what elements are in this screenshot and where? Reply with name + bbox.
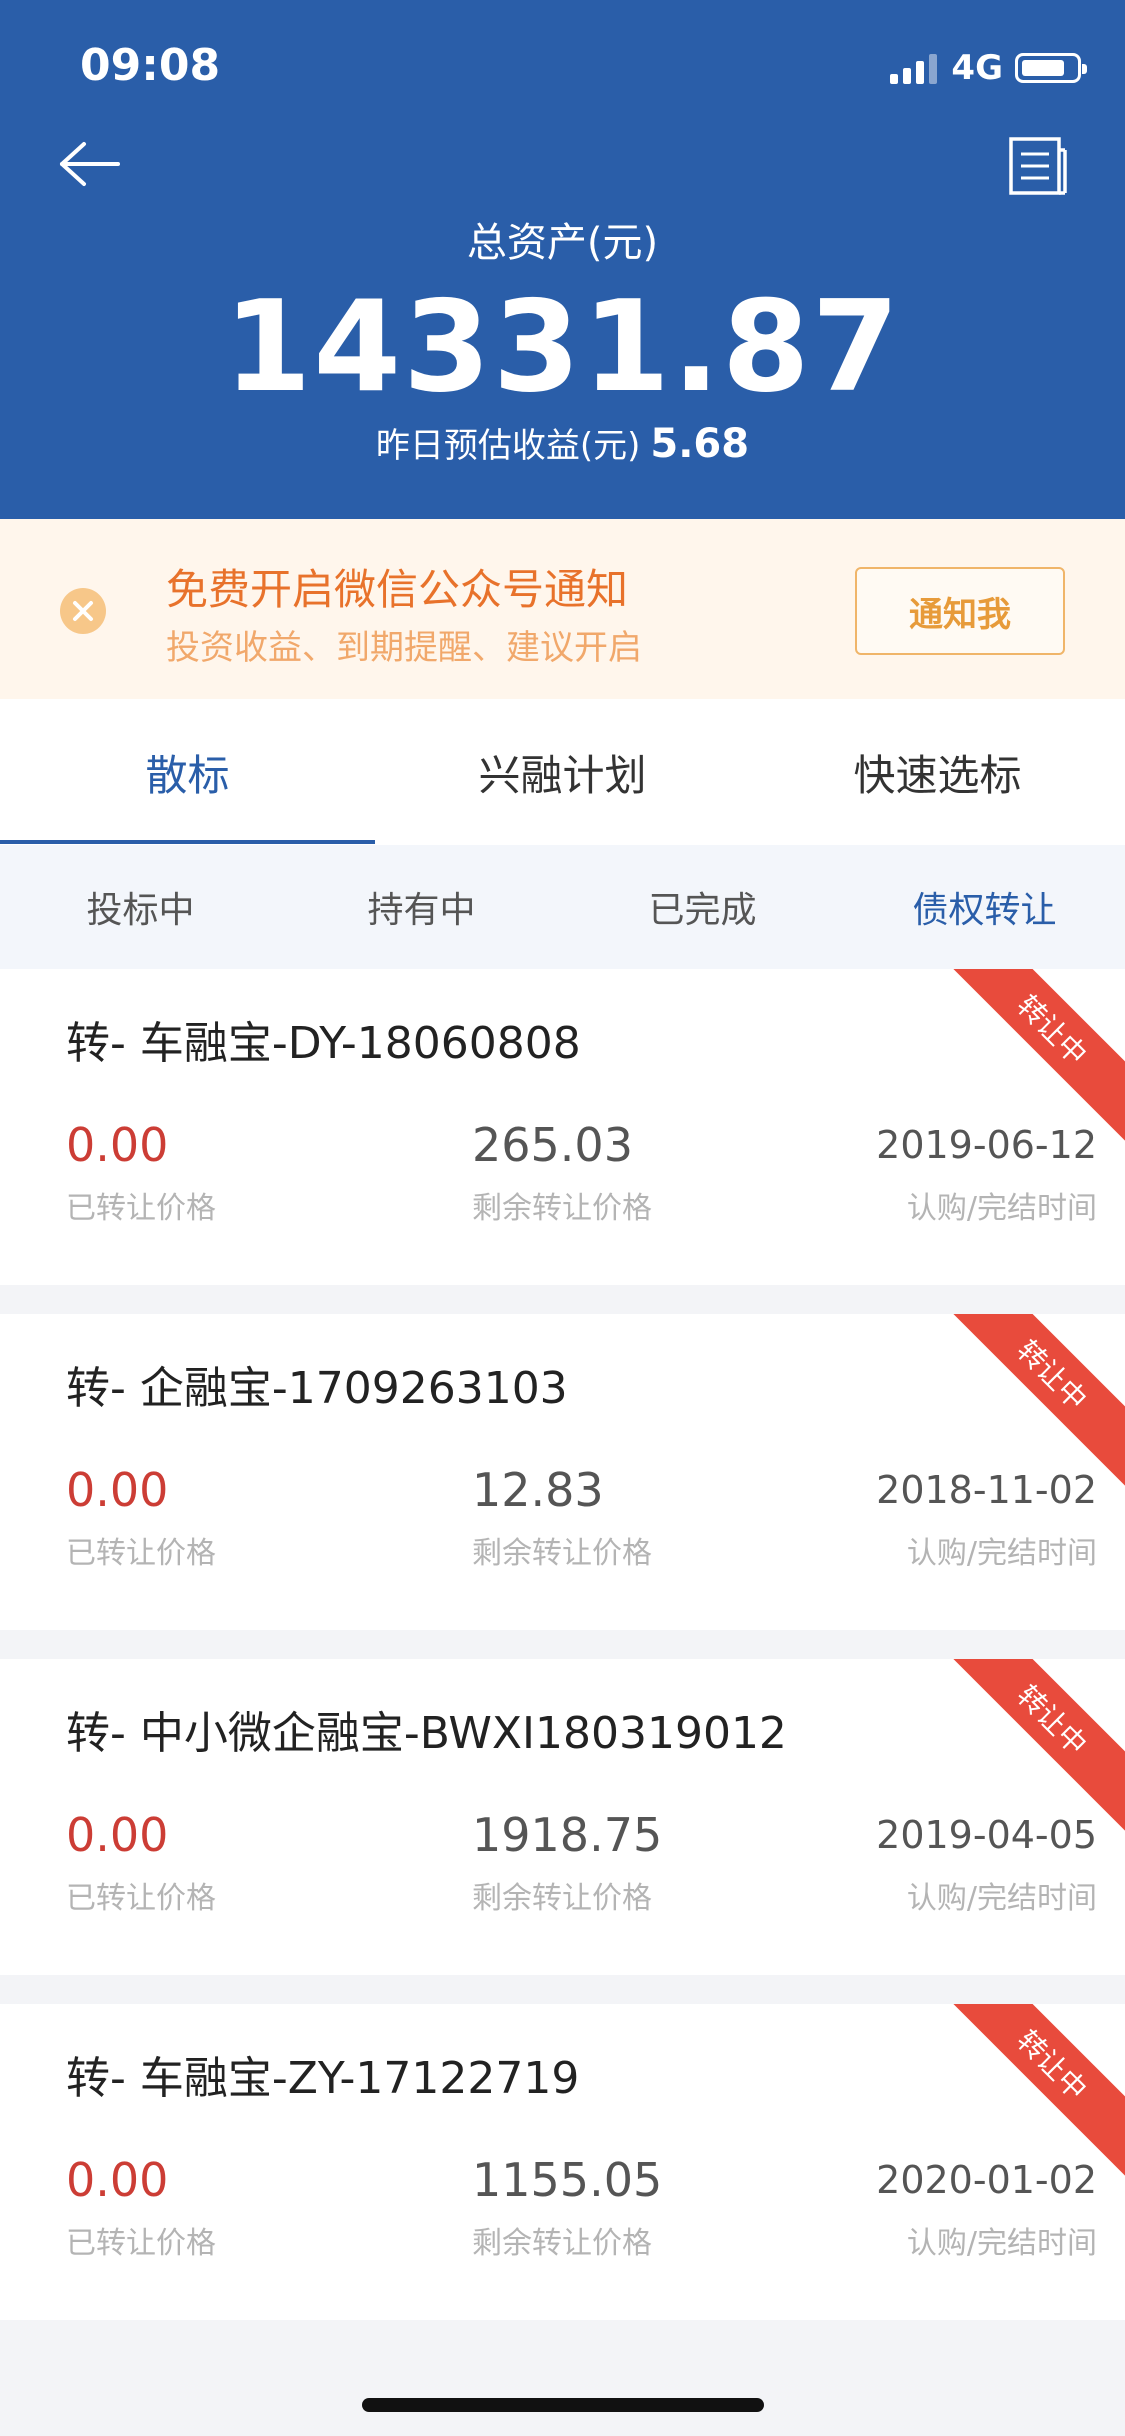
remaining-price-label: 剩余转让价格 (472, 1536, 652, 1571)
tab-quick-select[interactable]: 快速选标 (750, 699, 1125, 845)
active-tab-indicator (0, 840, 375, 844)
back-arrow-icon[interactable] (58, 140, 122, 188)
remaining-price-label: 剩余转让价格 (472, 1191, 652, 1226)
yesterday-earnings-label: 昨日预估收益(元) (375, 426, 641, 466)
main-tabs: 散标 兴融计划 快速选标 (0, 699, 1125, 845)
status-time: 09:08 (80, 40, 221, 91)
item-title: 转- 企融宝-1709263103 (66, 1363, 568, 1414)
item-title: 转- 车融宝-DY-18060808 (66, 1018, 581, 1069)
header: 09:08 4G 总资产(元) 14331.87 昨日预估收益(元) 5.68 (0, 0, 1125, 519)
statement-document-icon[interactable] (1008, 136, 1068, 198)
transferred-price: 0.00 (66, 1463, 169, 1517)
remaining-price-label: 剩余转让价格 (472, 2226, 652, 2261)
subtab-completed[interactable]: 已完成 (562, 845, 843, 969)
list-item[interactable]: 转- 车融宝-ZY-17122719 0.00 已转让价格 1155.05 剩余转让… (0, 2004, 1125, 2320)
subscription-date-label: 认购/完结时间 (906, 2226, 1097, 2261)
close-icon (60, 588, 106, 634)
notice-title: 免费开启微信公众号通知 (166, 565, 629, 614)
home-indicator[interactable] (362, 2398, 764, 2412)
sub-tabs: 投标中 持有中 已完成 债权转让 (0, 845, 1125, 969)
item-title: 转- 中小微企融宝-BWXI180319012 (66, 1708, 787, 1759)
subscription-date: 2019-04-05 (876, 1813, 1097, 1857)
transferred-price: 0.00 (66, 2153, 169, 2207)
transferred-price: 0.00 (66, 1808, 169, 1862)
remaining-price-label: 剩余转让价格 (472, 1881, 652, 1916)
subscription-date: 2018-11-02 (876, 1468, 1097, 1512)
subtab-holding[interactable]: 持有中 (281, 845, 562, 969)
transferred-price-label: 已转让价格 (66, 2226, 216, 2261)
notify-me-button[interactable]: 通知我 (855, 567, 1065, 655)
network-label: 4G (951, 48, 1003, 88)
list-item[interactable]: 转- 中小微企融宝-BWXI180319012 0.00 已转让价格 1918.7… (0, 1659, 1125, 1975)
tab-xingrong-plan[interactable]: 兴融计划 (375, 699, 750, 845)
list-item[interactable]: 转- 车融宝-DY-18060808 0.00 已转让价格 265.03 剩余转让价… (0, 969, 1125, 1285)
signal-icon (890, 52, 938, 84)
subtab-bidding[interactable]: 投标中 (0, 845, 281, 969)
item-title: 转- 车融宝-ZY-17122719 (66, 2053, 580, 2104)
battery-icon (1015, 53, 1087, 83)
transferred-price-label: 已转让价格 (66, 1881, 216, 1916)
subscription-date: 2020-01-02 (876, 2158, 1097, 2202)
transferred-price-label: 已转让价格 (66, 1536, 216, 1571)
transferred-price: 0.00 (66, 1118, 169, 1172)
notice-subtitle: 投资收益、到期提醒、建议开启 (166, 628, 642, 668)
subscription-date-label: 认购/完结时间 (906, 1881, 1097, 1916)
notice-close-button[interactable] (60, 588, 106, 634)
tab-loose-bids[interactable]: 散标 (0, 699, 375, 845)
total-assets-label: 总资产(元) (466, 220, 659, 266)
remaining-price: 1918.75 (472, 1808, 663, 1862)
remaining-price: 265.03 (472, 1118, 633, 1172)
yesterday-earnings: 昨日预估收益(元) 5.68 (0, 418, 1125, 467)
transferred-price-label: 已转让价格 (66, 1191, 216, 1226)
remaining-price: 1155.05 (472, 2153, 663, 2207)
subscription-date-label: 认购/完结时间 (906, 1191, 1097, 1226)
list-item[interactable]: 转- 企融宝-1709263103 0.00 已转让价格 12.83 剩余转让价格 … (0, 1314, 1125, 1630)
subscription-date: 2019-06-12 (876, 1123, 1097, 1167)
total-assets-value: 14331.87 (223, 273, 902, 420)
yesterday-earnings-value: 5.68 (650, 421, 750, 467)
subscription-date-label: 认购/完结时间 (906, 1536, 1097, 1571)
remaining-price: 12.83 (472, 1463, 604, 1517)
status-bar-right: 4G (890, 48, 1087, 88)
subtab-debt-transfer[interactable]: 债权转让 (844, 845, 1125, 969)
